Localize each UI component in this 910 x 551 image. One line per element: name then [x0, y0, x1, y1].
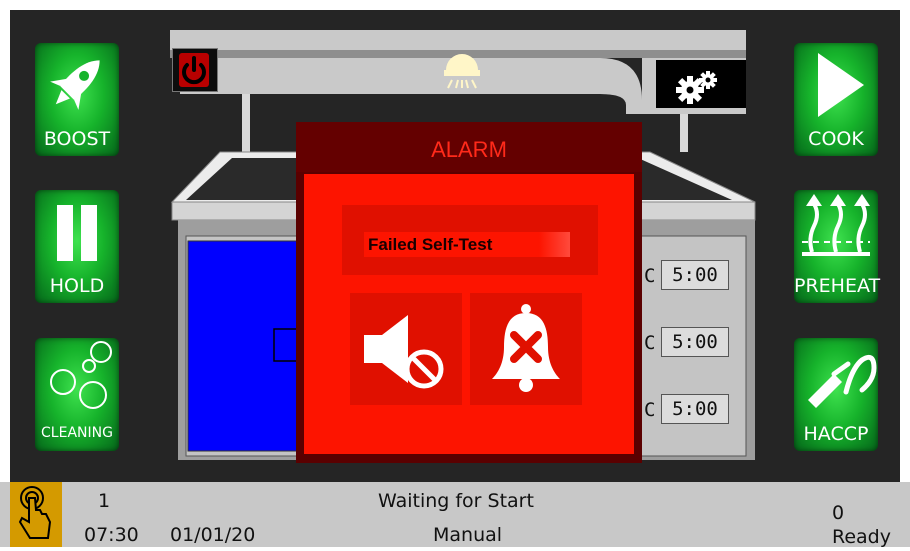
acknowledge-alarm-button[interactable] [470, 293, 582, 405]
pause-icon [57, 205, 97, 261]
alarm-dialog: ALARM Failed Self-Test [296, 122, 642, 463]
status-bar: 1 07:30 01/01/20 Waiting for Start Manua… [0, 482, 910, 548]
status-slot: 1 [98, 490, 111, 512]
play-icon [818, 53, 864, 117]
haccp-label: HACCP [803, 423, 869, 445]
cook-label: COOK [808, 128, 864, 150]
preheat-button[interactable]: PREHEAT [794, 190, 881, 303]
status-count: 0 [832, 502, 845, 524]
cook-button[interactable]: COOK [794, 43, 878, 156]
rocket-icon [50, 60, 100, 110]
basket-3-timer[interactable]: 5:00 [661, 394, 729, 424]
status-time: 07:30 [84, 524, 139, 546]
bell-cancel-icon [492, 304, 560, 392]
mute-sound-button[interactable] [350, 293, 462, 405]
cleaning-label: CLEANING [41, 425, 113, 441]
screen: C 5:00 C 5:00 C 5:00 BOOST HOLD CLEANING… [10, 10, 900, 482]
basket-2-unit: C [644, 332, 656, 354]
power-button[interactable] [172, 48, 218, 92]
preheat-label: PREHEAT [794, 275, 881, 297]
hold-button[interactable]: HOLD [35, 190, 119, 303]
probe-icon [808, 354, 877, 408]
settings-gears-icon [676, 71, 717, 104]
alarm-body: Failed Self-Test [304, 174, 634, 454]
settings-button[interactable] [656, 60, 746, 108]
status-mode: Manual [433, 524, 503, 546]
basket-1-timer[interactable]: 5:00 [661, 260, 729, 290]
heat-arrows-icon [802, 194, 870, 256]
touch-button[interactable] [10, 482, 62, 547]
status-state: Waiting for Start [378, 490, 534, 512]
basket-3-unit: C [644, 399, 656, 421]
bubbles-icon [50, 341, 112, 409]
touch-hand-icon [18, 486, 52, 539]
boost-label: BOOST [43, 128, 111, 150]
basket-1-unit: C [644, 265, 656, 287]
power-icon [179, 53, 209, 87]
hold-label: HOLD [49, 275, 105, 297]
status-date: 01/01/20 [170, 524, 256, 546]
light-icon[interactable] [440, 44, 484, 90]
alarm-message-box: Failed Self-Test [342, 205, 598, 275]
basket-2-timer[interactable]: 5:00 [661, 327, 729, 357]
boost-button[interactable]: BOOST [35, 43, 119, 156]
cleaning-button[interactable]: CLEANING [35, 338, 119, 451]
alarm-message: Failed Self-Test [364, 232, 570, 257]
status-ready: Ready [832, 526, 891, 548]
speaker-mute-icon [364, 315, 444, 389]
haccp-button[interactable]: HACCP [794, 338, 878, 451]
alarm-title: ALARM [296, 122, 642, 172]
